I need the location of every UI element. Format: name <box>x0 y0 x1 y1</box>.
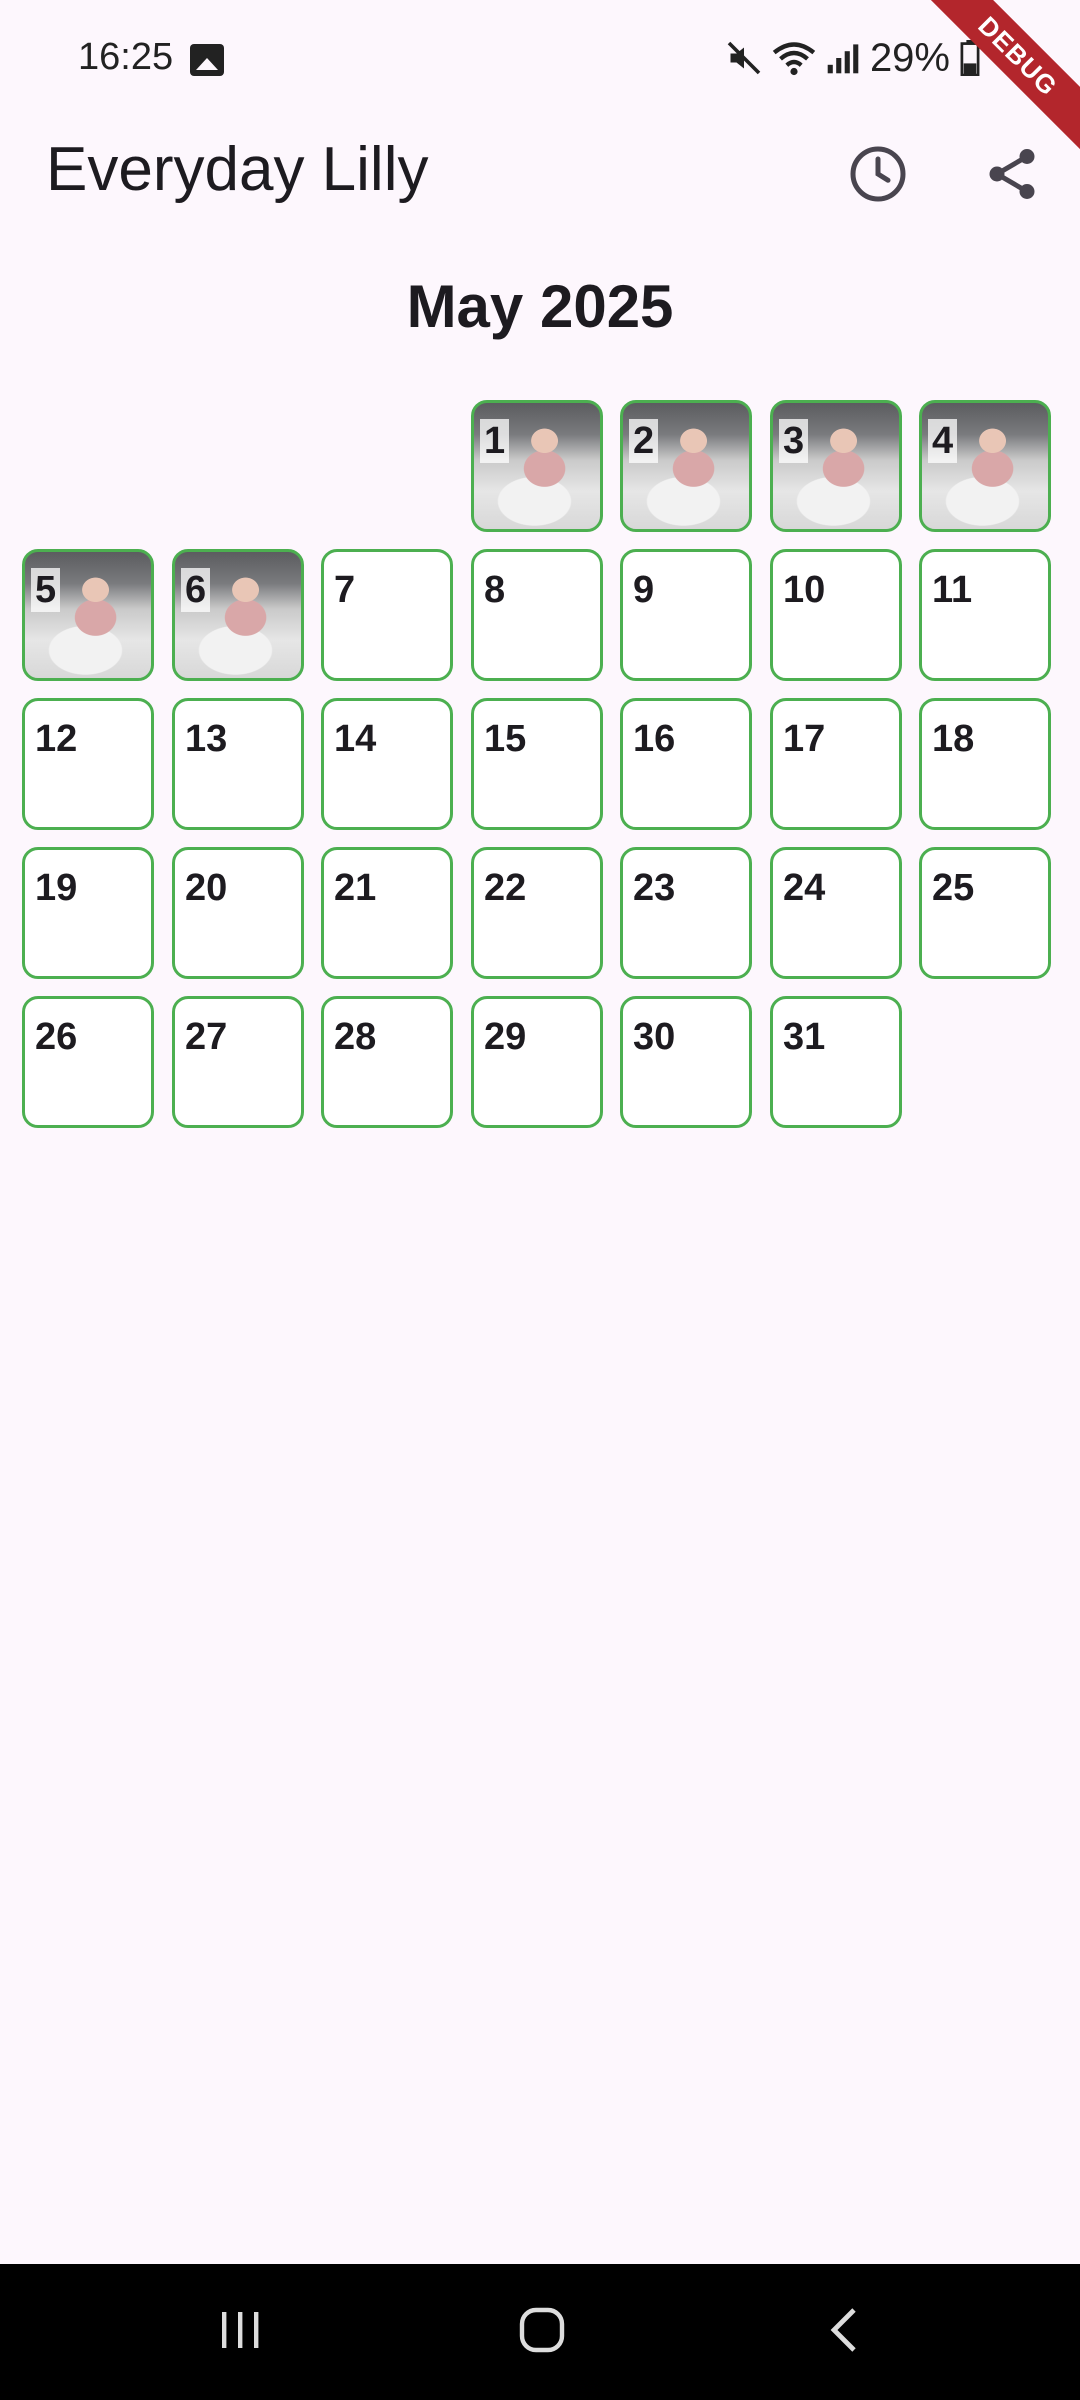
week-row: 26 27 28 29 30 31 <box>22 996 1058 1145</box>
day-number: 30 <box>629 1015 680 1059</box>
back-icon <box>824 2306 864 2359</box>
day-number: 10 <box>779 568 830 612</box>
day-cell[interactable]: 22 <box>471 847 603 979</box>
day-number: 4 <box>928 419 958 463</box>
month-title: May 2025 <box>406 273 674 340</box>
day-number: 17 <box>779 717 830 761</box>
status-icons: 29% <box>726 34 980 82</box>
day-number: 8 <box>480 568 510 612</box>
day-number: 3 <box>779 419 809 463</box>
day-cell[interactable]: 4 <box>919 400 1051 532</box>
day-number: 29 <box>480 1015 531 1059</box>
signal-icon <box>826 40 860 76</box>
share-icon <box>982 144 1042 209</box>
day-cell[interactable]: 29 <box>471 996 603 1128</box>
week-row: 12 13 14 15 16 17 18 <box>22 698 1058 847</box>
day-cell[interactable]: 19 <box>22 847 154 979</box>
day-cell[interactable]: 31 <box>770 996 902 1128</box>
week-row: 19 20 21 22 23 24 25 <box>22 847 1058 996</box>
day-cell[interactable]: 15 <box>471 698 603 830</box>
day-number: 22 <box>480 866 531 910</box>
day-cell[interactable]: 12 <box>22 698 154 830</box>
day-number: 5 <box>31 568 61 612</box>
day-cell[interactable]: 11 <box>919 549 1051 681</box>
week-row: 1 2 3 4 <box>22 400 1058 549</box>
day-cell[interactable]: 24 <box>770 847 902 979</box>
day-number: 23 <box>629 866 680 910</box>
day-cell[interactable]: 23 <box>620 847 752 979</box>
day-number: 26 <box>31 1015 82 1059</box>
day-cell[interactable]: 8 <box>471 549 603 681</box>
day-number: 7 <box>330 568 360 612</box>
day-number: 13 <box>181 717 232 761</box>
day-cell[interactable]: 9 <box>620 549 752 681</box>
day-number: 28 <box>330 1015 381 1059</box>
day-number: 19 <box>31 866 82 910</box>
back-button[interactable] <box>774 2264 914 2400</box>
day-number: 31 <box>779 1015 830 1059</box>
calendar-grid: 1 2 3 4 5 6 7 8 9 10 11 12 13 14 15 16 1… <box>22 400 1058 1145</box>
day-cell[interactable]: 27 <box>172 996 304 1128</box>
day-number: 14 <box>330 717 381 761</box>
day-cell[interactable]: 21 <box>321 847 453 979</box>
day-number: 25 <box>928 866 979 910</box>
status-time: 16:25 <box>78 36 174 78</box>
day-cell[interactable]: 17 <box>770 698 902 830</box>
day-cell[interactable]: 1 <box>471 400 603 532</box>
day-cell[interactable]: 16 <box>620 698 752 830</box>
day-number: 15 <box>480 717 531 761</box>
status-bar: 16:25 29% <box>0 0 1080 120</box>
day-number: 9 <box>629 568 659 612</box>
battery-percentage: 29% <box>869 35 950 80</box>
day-cell[interactable]: 20 <box>172 847 304 979</box>
mute-icon <box>726 40 762 76</box>
day-number: 21 <box>330 866 381 910</box>
day-number: 12 <box>31 717 82 761</box>
day-cell[interactable]: 3 <box>770 400 902 532</box>
day-number: 16 <box>629 717 680 761</box>
day-cell[interactable]: 2 <box>620 400 752 532</box>
day-cell[interactable]: 18 <box>919 698 1051 830</box>
day-cell[interactable]: 7 <box>321 549 453 681</box>
day-number: 2 <box>629 419 659 463</box>
day-cell[interactable]: 26 <box>22 996 154 1128</box>
week-row: 5 6 7 8 9 10 11 <box>22 549 1058 698</box>
day-number: 18 <box>928 717 979 761</box>
wifi-icon <box>772 40 816 76</box>
day-number: 11 <box>928 568 977 612</box>
share-button[interactable] <box>970 134 1054 218</box>
day-cell[interactable]: 10 <box>770 549 902 681</box>
day-number: 1 <box>480 419 510 463</box>
day-number: 27 <box>181 1015 232 1059</box>
home-button[interactable] <box>472 2264 612 2400</box>
day-cell[interactable]: 13 <box>172 698 304 830</box>
home-icon <box>518 2306 566 2359</box>
day-number: 20 <box>181 866 232 910</box>
history-icon <box>848 144 908 209</box>
recents-icon <box>216 2308 264 2357</box>
day-cell[interactable]: 28 <box>321 996 453 1128</box>
day-number: 6 <box>181 568 211 612</box>
history-button[interactable] <box>836 134 920 218</box>
day-cell[interactable]: 6 <box>172 549 304 681</box>
day-number: 24 <box>779 866 830 910</box>
navigation-bar <box>0 2264 1080 2400</box>
day-cell[interactable]: 30 <box>620 996 752 1128</box>
recents-button[interactable] <box>170 2264 310 2400</box>
day-cell[interactable]: 25 <box>919 847 1051 979</box>
day-cell[interactable]: 5 <box>22 549 154 681</box>
day-cell[interactable]: 14 <box>321 698 453 830</box>
app-title: Everyday Lilly <box>46 135 429 204</box>
gallery-icon <box>190 44 224 76</box>
app-bar: Everyday Lilly <box>0 120 1080 220</box>
